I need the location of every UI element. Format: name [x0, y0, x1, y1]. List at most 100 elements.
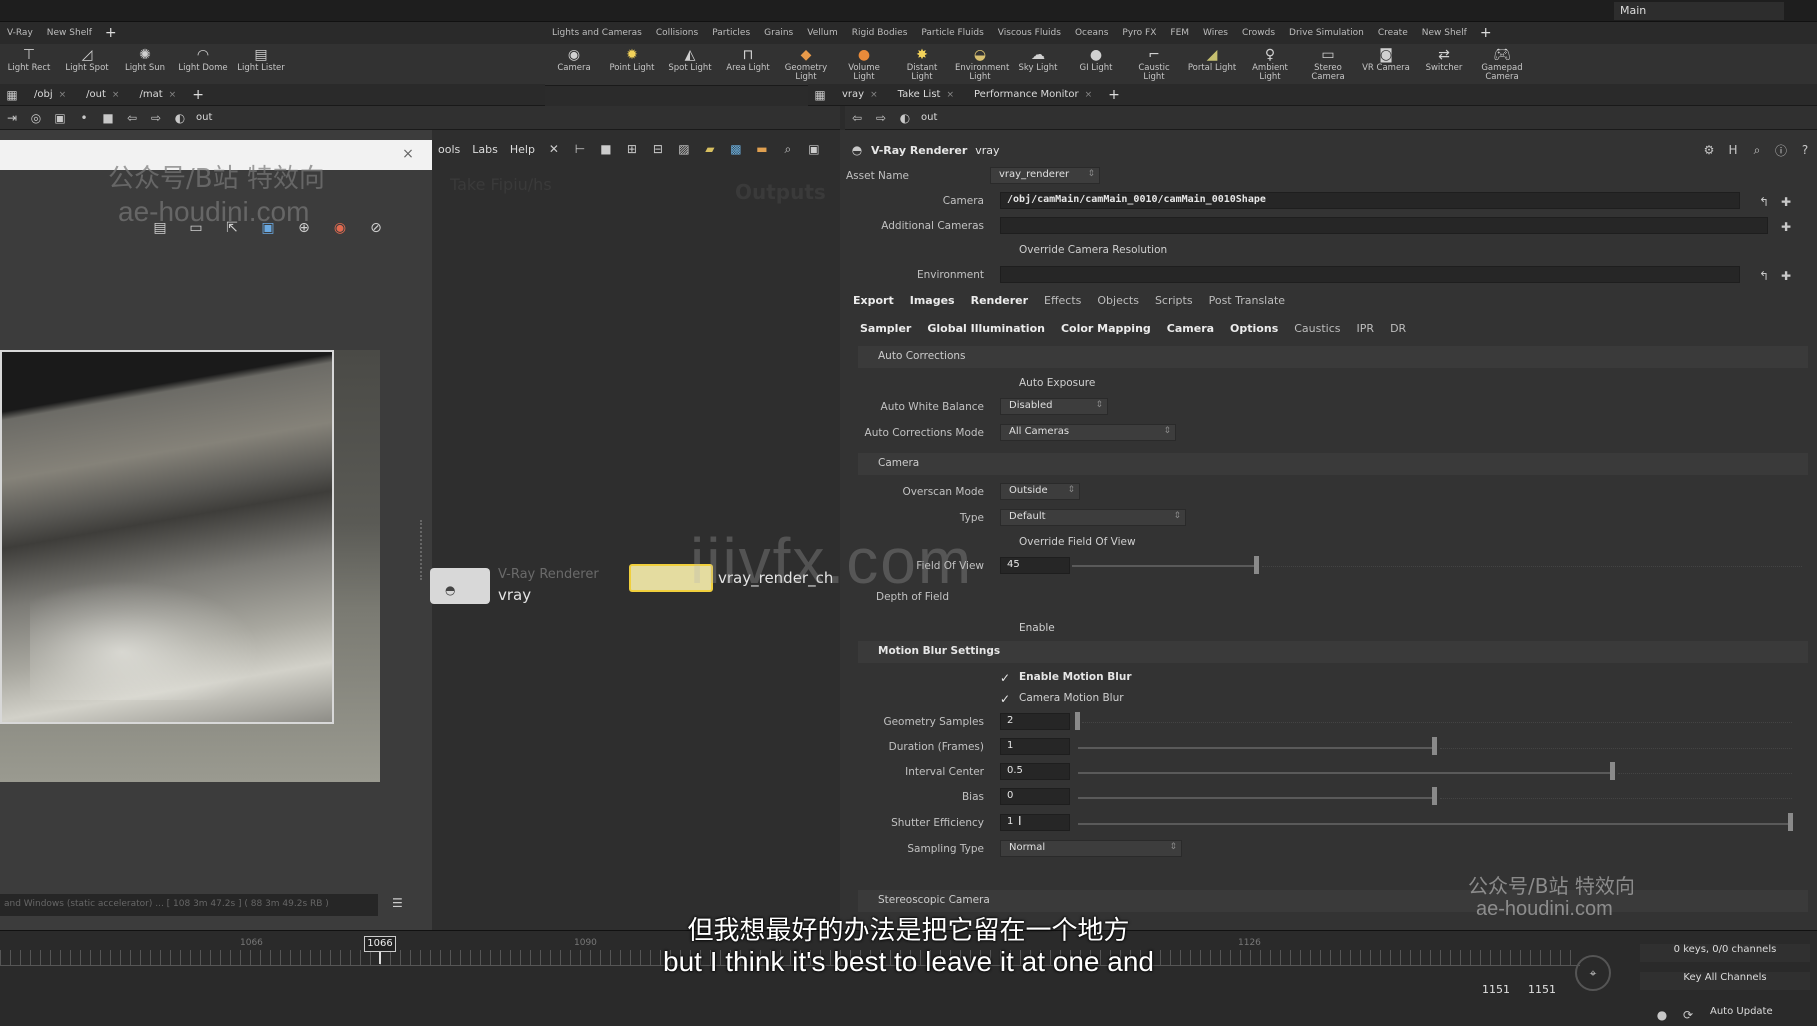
tool-light-lister[interactable]: ▤ Light Lister: [232, 44, 290, 75]
path-out[interactable]: out: [921, 112, 937, 123]
tool-switcher[interactable]: ⇄ Switcher: [1415, 44, 1473, 75]
forward-icon[interactable]: ⇨: [872, 109, 890, 127]
shelf-tab[interactable]: Wires: [1196, 28, 1235, 38]
palette-icon[interactable]: ▬: [754, 141, 770, 157]
grid-snap-icon[interactable]: ⊟: [650, 141, 666, 157]
tool-area-light[interactable]: ⊓ Area Light: [719, 44, 777, 75]
menu-tools[interactable]: ools: [438, 143, 460, 156]
add-pane-tab-icon[interactable]: +: [1102, 87, 1126, 103]
shelf-tab[interactable]: Pyro FX: [1115, 28, 1163, 38]
tab-caustics[interactable]: Caustics: [1286, 322, 1348, 335]
close-icon[interactable]: ×: [59, 90, 67, 100]
close-icon[interactable]: ×: [400, 146, 416, 162]
section-camera[interactable]: Camera: [858, 453, 1808, 475]
close-icon[interactable]: ×: [112, 90, 120, 100]
pane-tab-take-list[interactable]: Take List ×: [888, 89, 964, 100]
node-name-title[interactable]: vray: [975, 144, 999, 157]
node-icon[interactable]: ▣: [51, 109, 69, 127]
message-icon[interactable]: ●: [1653, 1006, 1671, 1024]
camera-motion-blur-checkbox[interactable]: ✓: [1000, 693, 1012, 705]
pane-splitter[interactable]: [420, 520, 428, 580]
duration-field[interactable]: 1: [1000, 738, 1070, 755]
help-icon[interactable]: ?: [1796, 141, 1814, 159]
shelf-tab-vray[interactable]: V-Ray: [0, 28, 40, 38]
back-icon[interactable]: ⇦: [848, 109, 866, 127]
tool-stereo-camera[interactable]: ▭ Stereo Camera: [1299, 44, 1357, 84]
shelf-tab[interactable]: Particles: [705, 28, 757, 38]
tab-ipr[interactable]: IPR: [1349, 322, 1383, 335]
refresh-icon[interactable]: ⟳: [1679, 1006, 1697, 1024]
auto-exposure-checkbox[interactable]: [1002, 378, 1014, 390]
tool-light-dome[interactable]: ◠ Light Dome: [174, 44, 232, 75]
tab-camera[interactable]: Camera: [1159, 322, 1222, 335]
note-icon[interactable]: ▨: [676, 141, 692, 157]
environment-field[interactable]: [1000, 266, 1740, 283]
sticky-icon[interactable]: ▰: [702, 141, 718, 157]
menu-labs[interactable]: Labs: [472, 143, 498, 156]
shelf-tab[interactable]: FEM: [1163, 28, 1196, 38]
duration-slider-track[interactable]: [1078, 747, 1434, 749]
tool-point-light[interactable]: ✹ Point Light: [603, 44, 661, 75]
dof-enable-checkbox[interactable]: [1002, 623, 1014, 635]
node-chooser-icon[interactable]: ✚: [1777, 218, 1795, 236]
tool-geometry-light[interactable]: ◆ Geometry Light: [777, 44, 835, 84]
override-fov-checkbox[interactable]: [1002, 537, 1014, 549]
field-of-view-field[interactable]: 45: [1000, 557, 1070, 574]
shelf-tab[interactable]: Lights and Cameras: [545, 28, 649, 38]
tool-spot-light[interactable]: ◭ Spot Light: [661, 44, 719, 75]
tab-renderer[interactable]: Renderer: [963, 294, 1036, 307]
tab-color-mapping[interactable]: Color Mapping: [1053, 322, 1159, 335]
tool-sky-light[interactable]: ☁ Sky Light: [1009, 44, 1067, 75]
shelf-tab[interactable]: Oceans: [1068, 28, 1115, 38]
geometry-samples-field[interactable]: 2: [1000, 713, 1070, 730]
tool-vr-camera[interactable]: ◙ VR Camera: [1357, 44, 1415, 75]
box-icon[interactable]: ■: [598, 141, 614, 157]
pane-menu-icon[interactable]: ▦: [811, 86, 829, 104]
pane-tab-performance-monitor[interactable]: Performance Monitor ×: [964, 89, 1102, 100]
tool-caustic-light[interactable]: ⌐ Caustic Light: [1125, 44, 1183, 84]
menu-help[interactable]: Help: [510, 143, 535, 156]
bias-slider-track[interactable]: [1078, 797, 1434, 799]
override-camera-resolution-checkbox[interactable]: [1002, 245, 1014, 257]
tool-light-sun[interactable]: ✺ Light Sun: [116, 44, 174, 75]
additional-cameras-field[interactable]: [1000, 217, 1768, 234]
tool-ambient-light[interactable]: ♀ Ambient Light: [1241, 44, 1299, 84]
tab-export[interactable]: Export: [845, 294, 902, 307]
camera-field[interactable]: /obj/camMain/camMain_0010/camMain_0010Sh…: [1000, 192, 1740, 209]
square-icon[interactable]: ■: [99, 109, 117, 127]
shelf-tab[interactable]: Create: [1371, 28, 1415, 38]
desktop-selector[interactable]: Main: [1614, 2, 1784, 20]
grid-icon[interactable]: ⊞: [624, 141, 640, 157]
tab-images[interactable]: Images: [902, 294, 963, 307]
sampling-type-menu[interactable]: Normal ⇕: [1000, 840, 1182, 857]
type-menu[interactable]: Default ⇕: [1000, 509, 1186, 526]
stop-icon[interactable]: ⊘: [366, 218, 386, 238]
tab-options[interactable]: Options: [1222, 322, 1286, 335]
interval-center-slider-handle[interactable]: [1610, 762, 1615, 780]
end-frame-range[interactable]: 1151: [1528, 983, 1556, 996]
close-icon[interactable]: ×: [1085, 90, 1093, 100]
field-of-view-slider-handle[interactable]: [1254, 556, 1259, 574]
field-of-view-slider-track[interactable]: [1072, 565, 1258, 567]
target-icon[interactable]: ◎: [27, 109, 45, 127]
shelf-tab[interactable]: New Shelf: [1415, 28, 1474, 38]
end-frame[interactable]: 1151: [1482, 983, 1510, 996]
auto-update-menu[interactable]: Auto Update: [1710, 1006, 1810, 1017]
tool-gi-light[interactable]: ● GI Light: [1067, 44, 1125, 75]
shelf-tab[interactable]: Grains: [757, 28, 800, 38]
section-auto-corrections[interactable]: Auto Corrections: [858, 346, 1808, 368]
node-chooser-icon[interactable]: ✚: [1777, 267, 1795, 285]
geometry-samples-slider-handle[interactable]: [1075, 712, 1080, 730]
image-icon[interactable]: ▩: [728, 141, 744, 157]
interval-center-field[interactable]: 0.5: [1000, 763, 1070, 780]
tool-portal-light[interactable]: ◢ Portal Light: [1183, 44, 1241, 75]
help-h-icon[interactable]: H: [1724, 141, 1742, 159]
tab-post-translate[interactable]: Post Translate: [1201, 294, 1293, 307]
close-icon[interactable]: ×: [870, 90, 878, 100]
add-pane-tab-icon[interactable]: +: [186, 87, 210, 103]
tool-light-spot[interactable]: ◿ Light Spot: [58, 44, 116, 75]
interval-center-slider-track[interactable]: [1078, 772, 1612, 774]
pane-tab-mat[interactable]: /mat ×: [129, 89, 186, 100]
bias-slider-handle[interactable]: [1432, 787, 1437, 805]
back-icon[interactable]: ⇦: [123, 109, 141, 127]
